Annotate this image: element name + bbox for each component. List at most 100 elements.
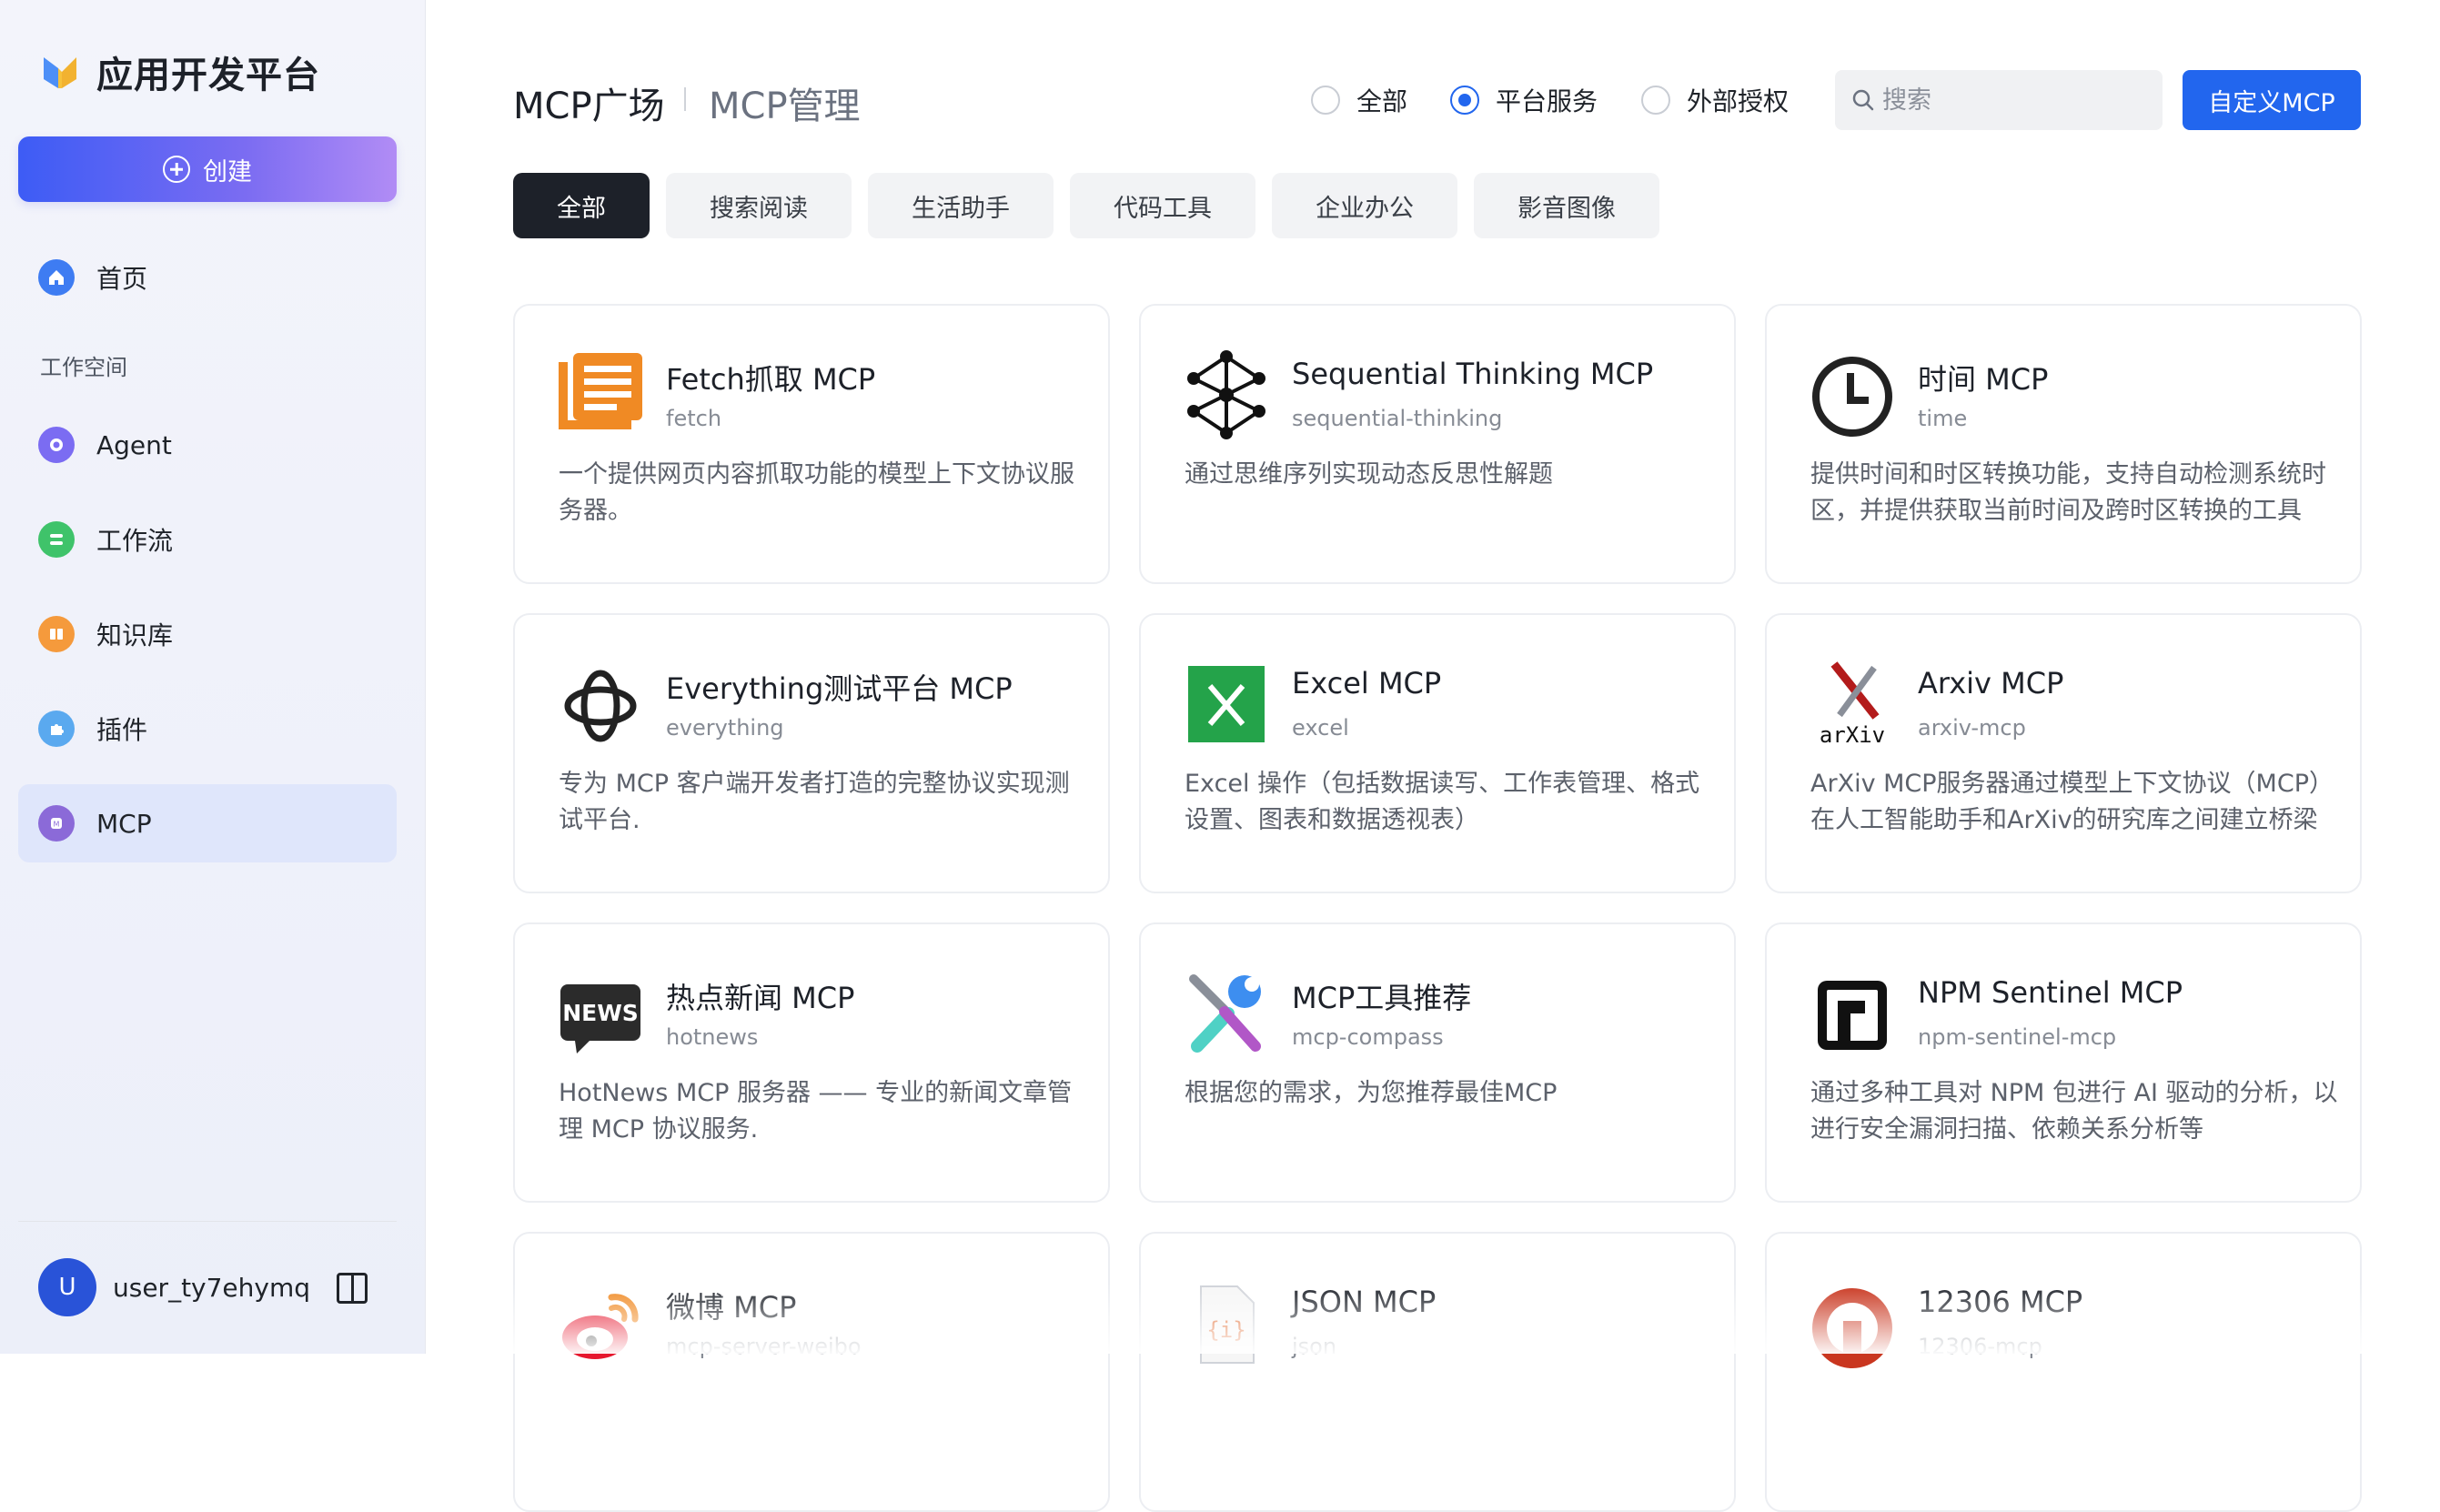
sidebar-item-mcp[interactable]: M MCP [18,784,397,862]
mcp-card-weibo[interactable]: 微博 MCP mcp-server-weibo [513,1232,1110,1512]
search-icon [1852,89,1874,111]
sidebar-item-label: MCP [96,808,152,839]
card-title: MCP工具推荐 [1292,981,1472,1015]
card-slug: everything [666,715,784,741]
card-description: 专为 MCP 客户端开发者打造的完整协议实现测试平台. [559,770,1070,834]
mcp-card-arxiv[interactable]: arXiv Arxiv MCP arxiv-mcp ArXiv MCP服务器通过… [1765,613,2362,893]
card-description: ArXiv MCP服务器通过模型上下文协议（MCP）在人工智能助手和ArXiv的… [1810,770,2334,834]
create-button-label: 创建 [203,157,252,186]
filter-external-radio[interactable]: 外部授权 [1641,82,1789,118]
main-content: MCP广场 MCP管理 全部 平台服务 外部授权 自定义MCP 全部 搜索阅读 … [427,0,2440,1512]
card-description: 通过思维序列实现动态反思性解题 [1185,460,1553,489]
mcp-icon: M [38,805,75,842]
mcp-card-compass[interactable]: MCP工具推荐 mcp-compass 根据您的需求，为您推荐最佳MCP [1139,922,1736,1203]
card-title: JSON MCP [1292,1285,1437,1319]
npm-icon [1818,981,1887,1050]
filter-all-radio[interactable]: 全部 [1311,82,1407,118]
sidebar-item-label: Agent [96,429,172,460]
sidebar-item-home[interactable]: 首页 [18,238,397,317]
mcp-card-hotnews[interactable]: NEWS 热点新闻 MCP hotnews HotNews MCP 服务器 ——… [513,922,1110,1203]
mcp-card-sequential-thinking[interactable]: Sequential Thinking MCP sequential-think… [1139,304,1736,584]
sidebar-item-label: 知识库 [96,620,174,650]
arxiv-icon: arXiv [1820,661,1885,748]
workspace-section-label: 工作空间 [40,355,127,380]
card-slug: json [1292,1334,1337,1359]
card-slug: fetch [666,406,722,431]
card-description: 一个提供网页内容抓取功能的模型上下文协议服务器。 [559,460,1074,525]
sidebar-item-workflow[interactable]: 工作流 [18,500,397,579]
home-icon [38,259,75,296]
mcp-card-fetch[interactable]: Fetch抓取 MCP fetch 一个提供网页内容抓取功能的模型上下文协议服务… [513,304,1110,584]
weibo-icon [562,1294,639,1359]
avatar[interactable]: U [38,1258,96,1316]
custom-mcp-button[interactable]: 自定义MCP [2183,70,2361,130]
category-tab-code-tools[interactable]: 代码工具 [1070,173,1255,238]
sidebar-item-label: 插件 [96,715,148,745]
mcp-card-time[interactable]: 时间 MCP time 提供时间和时区转换功能，支持自动检测系统时区，并提供获取… [1765,304,2362,584]
radio-unchecked-icon [1311,86,1340,115]
page-title[interactable]: MCP广场 [513,76,665,129]
agent-icon [38,427,75,463]
title-divider [684,87,686,111]
tools-icon [1189,974,1261,1053]
card-title: Sequential Thinking MCP [1292,357,1654,391]
card-description: 根据您的需求，为您推荐最佳MCP [1185,1079,1558,1107]
plus-circle-icon [163,156,190,183]
sidebar-collapse-icon[interactable] [337,1273,368,1304]
fetch-icon [559,353,642,429]
app-logo[interactable]: 应用开发平台 [40,45,320,98]
news-icon: NEWS [560,984,640,1053]
plugin-icon [38,711,75,747]
card-title: Fetch抓取 MCP [666,362,876,397]
mcp-card-12306[interactable]: 12306 MCP 12306-mcp [1765,1232,2362,1512]
mcp-card-excel[interactable]: Excel MCP excel Excel 操作（包括数据读写、工作表管理、格式… [1139,613,1736,893]
username[interactable]: user_ty7ehymq [113,1273,310,1303]
card-slug: sequential-thinking [1292,406,1503,431]
svg-text:NEWS: NEWS [562,1000,639,1026]
card-slug: hotnews [666,1024,759,1050]
tab-mcp-management[interactable]: MCP管理 [709,76,861,129]
filter-label: 全部 [1356,86,1408,116]
clock-icon [1812,357,1892,437]
card-title: Arxiv MCP [1918,666,2064,701]
card-description: 通过多种工具对 NPM 包进行 AI 驱动的分析，以进行安全漏洞扫描、依赖关系分… [1810,1079,2338,1144]
card-description: 提供时间和时区转换功能，支持自动检测系统时区，并提供获取当前时间及跨时区转换的工… [1810,460,2326,525]
card-slug: excel [1292,715,1349,741]
sidebar-item-label: 首页 [96,264,148,294]
mcp-card-everything[interactable]: Everything测试平台 MCP everything 专为 MCP 客户端… [513,613,1110,893]
create-button[interactable]: 创建 [18,136,397,202]
category-tabs: 全部 搜索阅读 生活助手 代码工具 企业办公 影音图像 [513,173,1676,238]
category-tab-life-assistant[interactable]: 生活助手 [868,173,1054,238]
card-description: HotNews MCP 服务器 —— 专业的新闻文章管理 MCP 协议服务. [559,1079,1073,1144]
search-box[interactable] [1835,70,2163,130]
card-slug: time [1918,406,1968,431]
knowledge-icon [38,616,75,652]
sequential-thinking-icon [1187,350,1265,439]
category-tab-search-reading[interactable]: 搜索阅读 [666,173,852,238]
card-title: 微博 MCP [666,1290,797,1325]
user-bar: U user_ty7ehymq [18,1221,397,1354]
filter-platform-radio[interactable]: 平台服务 [1450,82,1598,118]
category-tab-all[interactable]: 全部 [513,173,650,238]
card-slug: 12306-mcp [1918,1334,2042,1359]
card-title: Excel MCP [1292,666,1442,701]
svg-text:{i}: {i} [1206,1317,1245,1343]
mcp-card-json[interactable]: {i} JSON MCP json [1139,1232,1736,1512]
search-input[interactable] [1882,86,2155,115]
mcp-card-npm-sentinel[interactable]: NPM Sentinel MCP npm-sentinel-mcp 通过多种工具… [1765,922,2362,1203]
card-title: Everything测试平台 MCP [666,671,1013,706]
everything-icon [564,670,637,742]
radio-unchecked-icon [1641,86,1670,115]
card-slug: arxiv-mcp [1918,715,2026,741]
category-tab-enterprise-office[interactable]: 企业办公 [1272,173,1457,238]
category-tab-media-image[interactable]: 影音图像 [1474,173,1659,238]
sidebar-item-knowledge[interactable]: 知识库 [18,595,397,673]
card-title: NPM Sentinel MCP [1918,975,2183,1010]
sidebar-item-plugin[interactable]: 插件 [18,690,397,768]
card-description: Excel 操作（包括数据读写、工作表管理、格式设置、图表和数据透视表） [1185,770,1700,834]
radio-checked-icon [1450,86,1479,115]
sidebar-item-agent[interactable]: Agent [18,406,397,484]
json-icon: {i} [1200,1285,1255,1364]
workflow-icon [38,521,75,558]
sidebar-item-label: 工作流 [96,526,174,556]
